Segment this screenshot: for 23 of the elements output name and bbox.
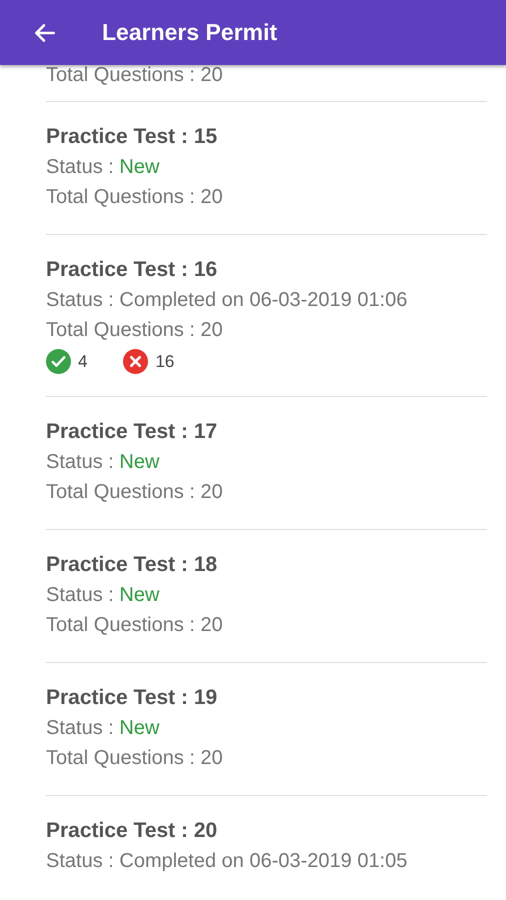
total-questions: Total Questions : 20 [46,318,223,343]
check-icon [46,349,71,374]
test-title[interactable]: Practice Test : 20 [46,816,218,846]
wrong-count: 16 [155,352,174,372]
test-status: Status : New [46,155,160,180]
cross-icon [123,349,148,374]
test-title[interactable]: Practice Test : 16 [46,255,218,285]
test-status: Status : Completed on 06-03-2019 01:06 [46,288,408,313]
page-title: Learners Permit [102,19,278,46]
total-questions: Total Questions : 20 [46,65,223,85]
total-questions: Total Questions : 20 [46,185,223,210]
total-questions: Total Questions : 20 [46,746,223,771]
correct-count: 4 [78,352,88,372]
test-status: Status : New [46,583,160,608]
test-status: Status : New [46,450,160,475]
test-status: Status : Completed on 06-03-2019 01:05 [46,849,408,874]
total-questions: Total Questions : 20 [46,480,223,505]
test-title[interactable]: Practice Test : 18 [46,550,218,580]
test-status: Status : New [46,716,160,741]
test-title[interactable]: Practice Test : 19 [46,683,218,713]
test-title[interactable]: Practice Test : 17 [46,417,218,447]
total-questions: Total Questions : 20 [46,613,223,638]
test-title[interactable]: Practice Test : 15 [46,122,218,152]
